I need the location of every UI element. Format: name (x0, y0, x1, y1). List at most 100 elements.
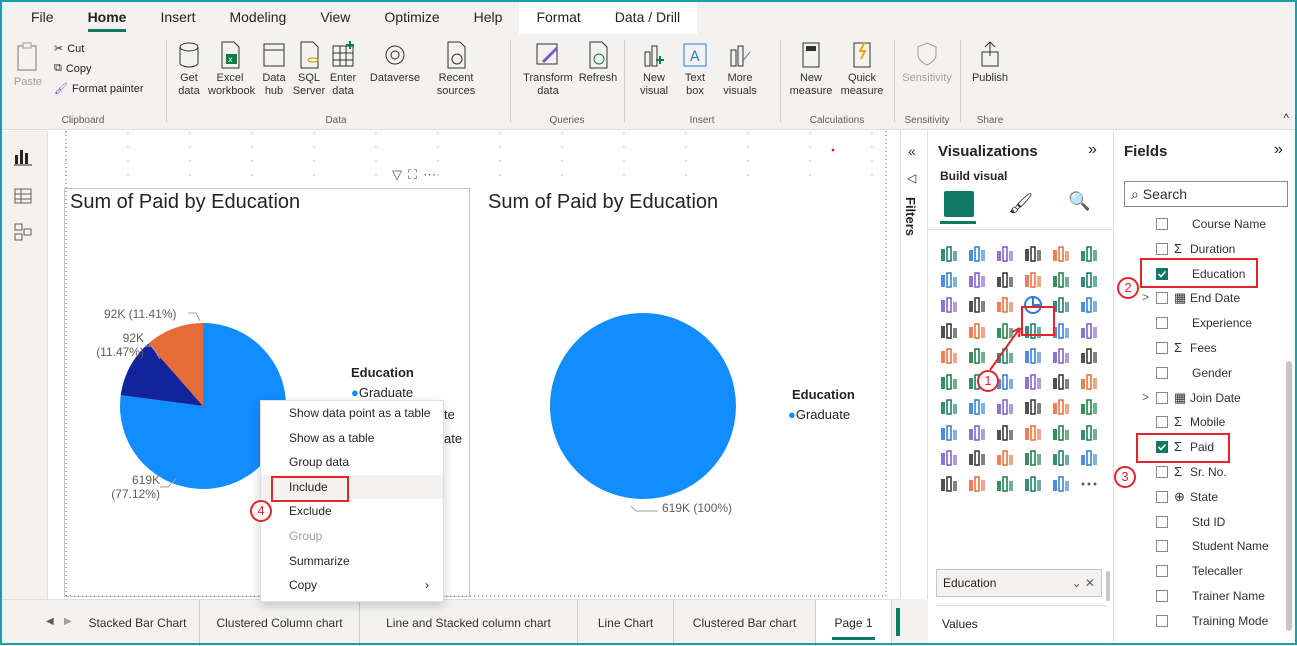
legend1-item[interactable]: ●Graduate (351, 385, 413, 400)
chevron-right-icon[interactable]: > (1142, 390, 1149, 404)
menu-optimize[interactable]: Optimize (367, 0, 456, 34)
field-gender[interactable]: Gender (1114, 362, 1289, 386)
field-checkbox[interactable] (1156, 391, 1168, 404)
chevron-right-icon[interactable]: > (1142, 290, 1149, 304)
ribbon-visual-icon[interactable] (1078, 269, 1100, 291)
custom-14-visual-icon[interactable] (938, 473, 960, 495)
menu-data-drill[interactable]: Data / Drill (597, 0, 698, 34)
publish-button[interactable]: Publish (968, 40, 1012, 85)
r-visual-visual-icon[interactable] (1078, 345, 1100, 367)
custom-3-visual-icon[interactable] (966, 422, 988, 444)
field-checkbox[interactable] (1156, 515, 1168, 528)
menu-insert[interactable]: Insert (143, 0, 212, 34)
field-checkbox[interactable] (1156, 466, 1168, 478)
viz-scrollbar[interactable] (1106, 571, 1110, 601)
filters-pane-collapsed[interactable]: « ◁ Filters (900, 131, 928, 599)
refresh-button[interactable]: Refresh (576, 40, 620, 85)
sensitivity-button[interactable]: Sensitivity (900, 40, 954, 85)
field-join-date[interactable]: > ▦ Join Date (1114, 387, 1289, 411)
word-cloud-visual-icon[interactable] (994, 396, 1016, 418)
field-checkbox[interactable] (1156, 490, 1168, 503)
scatter-visual-icon[interactable] (994, 294, 1016, 316)
custom-4-visual-icon[interactable] (994, 422, 1016, 444)
map-visual-icon[interactable] (938, 320, 960, 342)
menu-modeling[interactable]: Modeling (212, 0, 303, 34)
tab-line-and-stacked-column-chart[interactable]: Line and Stacked column chart (360, 600, 578, 646)
field-checkbox[interactable] (1156, 342, 1168, 354)
menu-exclude[interactable]: Exclude (261, 499, 443, 524)
tab-scroll-right-icon[interactable]: ▶ (64, 616, 72, 627)
excel-workbook-button[interactable]: x Excel workbook (208, 40, 255, 98)
infographic-visual-icon[interactable] (1050, 396, 1072, 418)
field-checkbox[interactable] (1156, 242, 1168, 255)
custom-12-visual-icon[interactable] (1050, 447, 1072, 469)
100-stacked-column-visual-icon[interactable] (1078, 243, 1100, 265)
more-visual-icon[interactable] (1078, 473, 1100, 495)
area-visual-icon[interactable] (966, 269, 988, 291)
field-mobile[interactable]: Σ Mobile (1114, 411, 1289, 435)
field-checkbox[interactable] (1156, 416, 1168, 429)
python-visual-visual-icon[interactable] (938, 371, 960, 393)
format-painter-button[interactable]: 🖌 Format painter (54, 82, 144, 96)
model-view-icon[interactable] (12, 221, 34, 243)
transform-data-button[interactable]: Transform data (520, 40, 576, 98)
menu-help[interactable]: Help (457, 0, 520, 34)
custom-10-visual-icon[interactable] (994, 447, 1016, 469)
clustered-column-visual-icon[interactable] (1022, 243, 1044, 265)
cut-button[interactable]: ✂ Cut (54, 42, 84, 56)
quick-measure-button[interactable]: Quick measure (836, 40, 888, 98)
menu-format[interactable]: Format (519, 0, 598, 34)
stacked-area-visual-icon[interactable] (994, 269, 1016, 291)
copy-button[interactable]: ⧉ Copy (54, 62, 92, 75)
funnel-visual-icon[interactable] (966, 294, 988, 316)
text-filter-visual-icon[interactable] (1022, 396, 1044, 418)
field-state[interactable]: ⊕ State (1114, 486, 1289, 510)
build-visual-tab-icon[interactable] (944, 191, 974, 217)
new-measure-button[interactable]: New measure (786, 40, 836, 98)
fields-scrollbar[interactable] (1286, 361, 1292, 631)
treemap-visual-icon[interactable] (1078, 294, 1100, 316)
power-automate-visual-icon[interactable] (966, 396, 988, 418)
custom-2-visual-icon[interactable] (938, 422, 960, 444)
field-fees[interactable]: Σ Fees (1114, 337, 1289, 361)
custom-16-visual-icon[interactable] (994, 473, 1016, 495)
smart-narrative-visual-icon[interactable] (1050, 371, 1072, 393)
menu-summarize[interactable]: Summarize (261, 549, 443, 574)
analytics-icon[interactable]: 🔍 (1068, 191, 1090, 212)
tab-page-1[interactable]: Page 1 (816, 600, 892, 646)
tab-scroll-left-icon[interactable]: ◀ (46, 616, 54, 627)
multi-row-card-visual-icon[interactable] (938, 345, 960, 367)
card-visual-icon[interactable] (1078, 320, 1100, 342)
legend-field-well[interactable]: Education ⌄ ✕ (936, 569, 1102, 597)
field-experience[interactable]: Experience (1114, 312, 1289, 336)
power-apps-visual-icon[interactable] (938, 396, 960, 418)
expand-right-icon[interactable]: » (1274, 141, 1283, 159)
enter-data-button[interactable]: Enter data (326, 40, 360, 98)
custom-17-visual-icon[interactable] (1022, 473, 1044, 495)
sql-server-button[interactable]: SQL Server (292, 40, 326, 98)
fields-search-input[interactable]: ⌕ Search (1124, 181, 1288, 207)
tab-clustered-bar-chart[interactable]: Clustered Bar chart (674, 600, 816, 646)
recent-sources-button[interactable]: Recent sources (430, 40, 482, 98)
line-clustered-column-visual-icon[interactable] (1050, 269, 1072, 291)
dataverse-button[interactable]: Dataverse (364, 40, 426, 85)
collapse-left-icon[interactable]: « (908, 143, 916, 159)
expand-right-icon[interactable]: » (1088, 141, 1097, 159)
more-visuals-button[interactable]: More visuals (716, 40, 764, 98)
custom-1-visual-icon[interactable] (1078, 396, 1100, 418)
custom-13-visual-icon[interactable] (1078, 447, 1100, 469)
menu-home[interactable]: Home (71, 0, 144, 34)
custom-9-visual-icon[interactable] (966, 447, 988, 469)
field-checkbox[interactable] (1156, 590, 1168, 602)
field-course-name[interactable]: Course Name (1114, 213, 1289, 237)
menu-show-as-table[interactable]: Show as a table (261, 426, 443, 451)
custom-6-visual-icon[interactable] (1050, 422, 1072, 444)
field-checkbox[interactable] (1156, 317, 1168, 330)
line-visual-icon[interactable] (938, 269, 960, 291)
line-stacked-column-visual-icon[interactable] (1022, 269, 1044, 291)
stacked-column-visual-icon[interactable] (966, 243, 988, 265)
format-visual-icon[interactable]: 🖌 (1008, 191, 1033, 216)
field-checkbox[interactable] (1156, 614, 1168, 627)
field-student-name[interactable]: Student Name (1114, 535, 1289, 559)
field-checkbox[interactable] (1156, 218, 1168, 230)
